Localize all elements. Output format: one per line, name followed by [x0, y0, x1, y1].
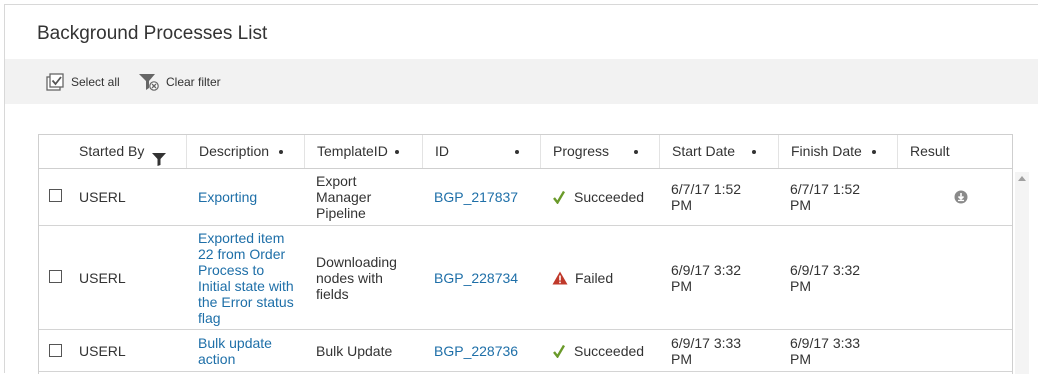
- column-label: Start Date: [672, 143, 736, 159]
- column-header-progress[interactable]: Progress: [540, 135, 659, 168]
- sort-dot-icon: [634, 150, 638, 154]
- progress-cell: Succeeded: [540, 330, 659, 371]
- finish-date-cell: 6/9/17 3:33 PM: [790, 334, 861, 367]
- finish-date-cell: 6/9/17 3:32 PM: [790, 261, 861, 294]
- page-title: Background Processes List: [37, 23, 268, 44]
- column-header-description[interactable]: Description: [186, 135, 304, 168]
- column-header-template-id[interactable]: TemplateID: [304, 135, 422, 168]
- template-id-cell: Export Manager Pipeline: [316, 172, 372, 221]
- description-link[interactable]: Exported item 22 from Order Process to I…: [186, 226, 304, 329]
- select-all-label: Select all: [71, 75, 120, 89]
- result-cell: [897, 330, 1012, 371]
- column-header-result: Result: [897, 135, 1012, 168]
- row-checkbox[interactable]: [49, 270, 62, 283]
- started-by-cell: USERL: [79, 342, 126, 359]
- sort-dot-icon: [752, 150, 756, 154]
- header-checkbox-column: [39, 135, 68, 168]
- process-id-link[interactable]: BGP_228734: [422, 226, 540, 329]
- warning-icon: [552, 271, 568, 285]
- start-date-cell: 6/9/17 3:32 PM: [671, 261, 742, 294]
- clear-filter-button[interactable]: Clear filter: [138, 70, 221, 94]
- select-all-icon: [43, 71, 65, 93]
- start-date-cell: 6/7/17 1:52 PM: [671, 180, 742, 213]
- result-cell: [897, 226, 1012, 329]
- table-row[interactable]: USERL Exporting Export Manager Pipeline …: [39, 168, 1012, 226]
- row-checkbox[interactable]: [49, 189, 62, 202]
- checkmark-icon: [553, 344, 565, 358]
- clear-filter-icon: [138, 71, 160, 93]
- result-cell: [897, 168, 1012, 225]
- row-checkbox[interactable]: [49, 344, 62, 357]
- progress-label: Failed: [575, 269, 614, 286]
- progress-label: Succeeded: [574, 188, 645, 205]
- template-id-cell: Downloading nodes with fields: [316, 253, 397, 302]
- table-row[interactable]: USERL Exported item 22 from Order Proces…: [39, 226, 1012, 330]
- column-label: Result: [910, 143, 950, 159]
- vertical-scrollbar[interactable]: [1015, 172, 1029, 374]
- clear-filter-label: Clear filter: [166, 75, 221, 89]
- column-label: Finish Date: [791, 143, 862, 159]
- processes-table: Started By Description TemplateID ID Pro…: [38, 134, 1013, 374]
- description-link[interactable]: Bulk update action: [186, 330, 304, 371]
- sort-dot-icon: [515, 150, 519, 154]
- download-icon[interactable]: [954, 190, 968, 204]
- template-id-cell: Bulk Update: [316, 342, 393, 359]
- start-date-cell: 6/9/17 3:33 PM: [671, 334, 742, 367]
- process-id-link[interactable]: BGP_217837: [422, 168, 540, 225]
- column-header-start-date[interactable]: Start Date: [659, 135, 778, 168]
- started-by-cell: USERL: [79, 188, 126, 205]
- progress-cell: Failed: [540, 226, 659, 329]
- column-label: ID: [435, 143, 449, 159]
- background-processes-page: Background Processes List Select all Cle…: [4, 4, 1038, 374]
- column-header-id[interactable]: ID: [422, 135, 540, 168]
- scroll-up-arrow-icon[interactable]: [1018, 176, 1026, 181]
- progress-label: Succeeded: [574, 342, 645, 359]
- toolbar: Select all Clear filter: [5, 59, 1038, 104]
- sort-dot-icon: [279, 150, 283, 154]
- select-all-button[interactable]: Select all: [43, 70, 120, 94]
- finish-date-cell: 6/7/17 1:52 PM: [790, 180, 861, 213]
- column-label: Progress: [553, 143, 610, 159]
- column-label: Started By: [79, 143, 145, 159]
- process-id-link[interactable]: BGP_228736: [422, 330, 540, 371]
- sort-dot-icon: [872, 150, 876, 154]
- table-row[interactable]: USERL Bulk update action Bulk Update BGP…: [39, 330, 1012, 372]
- column-label: TemplateID: [317, 143, 388, 159]
- sort-dot-icon: [395, 150, 399, 154]
- column-label: Description: [199, 143, 270, 159]
- column-header-started-by[interactable]: Started By: [68, 135, 186, 168]
- checkmark-icon: [553, 190, 565, 204]
- column-header-finish-date[interactable]: Finish Date: [778, 135, 897, 168]
- table-header: Started By Description TemplateID ID Pro…: [39, 135, 1012, 169]
- description-link[interactable]: Exporting: [186, 168, 304, 225]
- progress-cell: Succeeded: [540, 168, 659, 225]
- started-by-cell: USERL: [79, 269, 126, 286]
